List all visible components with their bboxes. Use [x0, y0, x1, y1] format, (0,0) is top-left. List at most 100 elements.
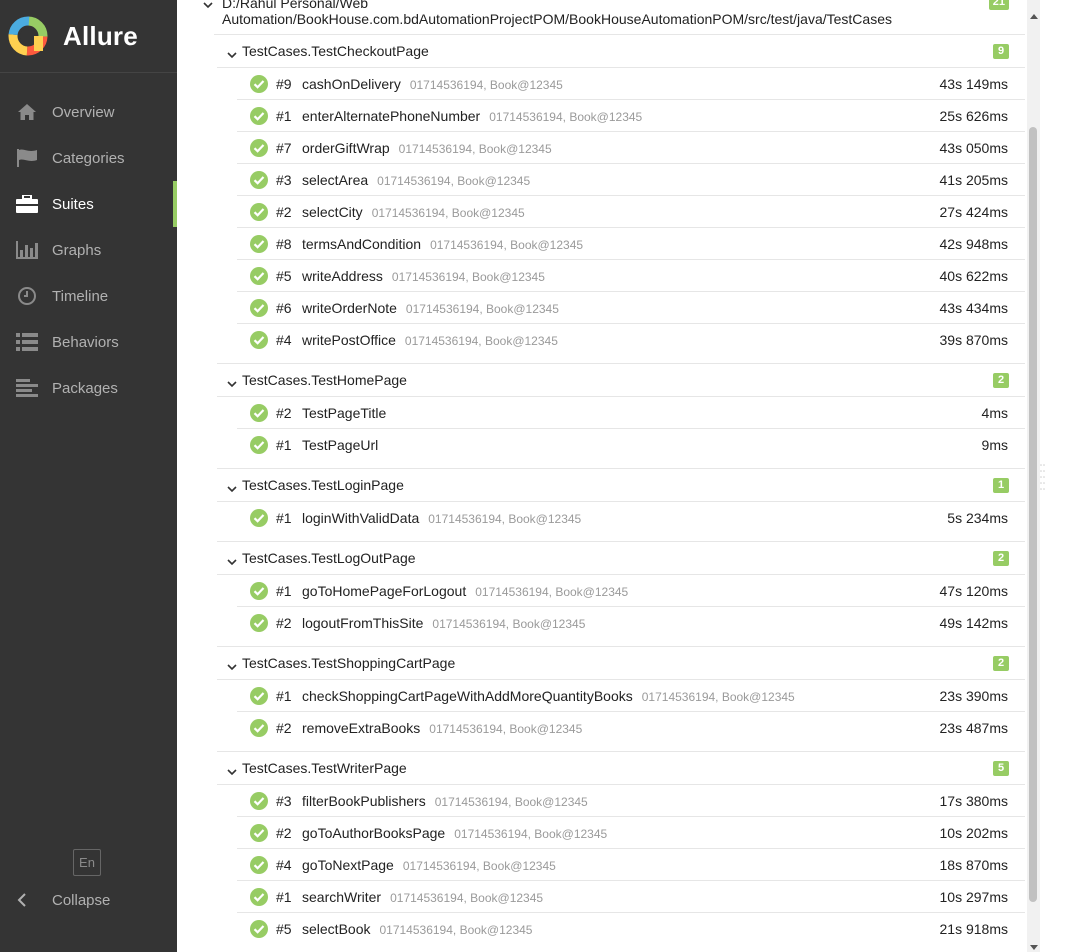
test-title: writeOrderNote 01714536194, Book@12345: [302, 300, 559, 316]
test-row[interactable]: #1 searchWriter 01714536194, Book@12345 10s…: [237, 881, 1025, 913]
passed-count-badge: 21: [988, 0, 1009, 10]
test-title: termsAndCondition 01714536194, Book@12345: [302, 236, 583, 252]
test-row[interactable]: #8 termsAndCondition 01714536194, Book@123…: [237, 228, 1025, 260]
test-parameters: 01714536194, Book@12345: [430, 237, 584, 252]
passed-status-icon: [250, 856, 268, 874]
test-row[interactable]: #5 writeAddress 01714536194, Book@12345 40s…: [237, 260, 1025, 292]
suite-group-body: #1 checkShoppingCartPageWithAddMoreQuanti…: [217, 680, 1025, 752]
suite-group-header[interactable]: TestCases.TestLogOutPage 2: [217, 542, 1025, 575]
test-row[interactable]: #3 filterBookPublishers 01714536194, Book@…: [237, 785, 1025, 817]
passed-status-icon: [250, 582, 268, 600]
test-row[interactable]: #1 loginWithValidData 01714536194, Book@12…: [237, 502, 1025, 534]
brand[interactable]: Allure: [0, 0, 177, 73]
test-name: writeAddress: [302, 267, 383, 284]
nav-item-suites[interactable]: Suites: [0, 181, 177, 227]
suite-group: TestCases.TestLoginPage 1 #1 loginWithValid…: [217, 469, 1025, 542]
root-suite-row[interactable]: D:/Rahul Personal/Web Automation/BookHou…: [203, 0, 1025, 35]
suite-group-title: TestCases.TestShoppingCartPage: [242, 655, 456, 671]
suite-group-title: TestCases.TestLogOutPage: [242, 550, 416, 566]
nav-item-label: Behaviors: [52, 333, 119, 351]
test-row[interactable]: #2 selectCity 01714536194, Book@12345 27s 4…: [237, 196, 1025, 228]
test-row[interactable]: #2 TestPageTitle 4ms: [237, 397, 1025, 429]
nav-item-packages[interactable]: Packages: [0, 365, 177, 411]
suite-group-header[interactable]: TestCases.TestShoppingCartPage 2: [217, 647, 1025, 680]
chevron-down-icon: [227, 658, 237, 676]
test-row[interactable]: #4 goToNextPage 01714536194, Book@12345 18s…: [237, 849, 1025, 881]
collapse-label: Collapse: [52, 891, 111, 909]
passed-status-icon: [250, 171, 268, 189]
suite-group-body: #3 filterBookPublishers 01714536194, Book@…: [217, 785, 1025, 952]
test-row[interactable]: #1 enterAlternatePhoneNumber 01714536194, …: [237, 100, 1025, 132]
test-duration: 43s 050ms: [939, 139, 1008, 156]
test-parameters: 01714536194, Book@12345: [402, 858, 556, 873]
scrollbar[interactable]: [1027, 0, 1040, 952]
test-name: logoutFromThisSite: [302, 615, 424, 631]
test-row[interactable]: #2 goToAuthorBooksPage 01714536194, Book@1…: [237, 817, 1025, 849]
test-order: #5: [276, 921, 292, 937]
passed-count-badge: 2: [993, 656, 1009, 671]
chevron-down-icon: [227, 480, 237, 498]
test-name: removeExtraBooks: [302, 720, 421, 736]
test-parameters: 01714536194, Book@12345: [377, 173, 531, 188]
test-title: loginWithValidData 01714536194, Book@1234…: [302, 510, 581, 526]
nav-item-graphs[interactable]: Graphs: [0, 227, 177, 273]
test-title: removeExtraBooks 01714536194, Book@12345: [302, 720, 582, 736]
root-suite-title-line1: D:/Rahul Personal/Web: [222, 0, 369, 11]
test-duration: 23s 487ms: [939, 720, 1008, 736]
test-row[interactable]: #7 orderGiftWrap 01714536194, Book@12345 43…: [237, 132, 1025, 164]
nav-item-label: Suites: [52, 195, 94, 213]
test-title: logoutFromThisSite 01714536194, Book@1234…: [302, 615, 585, 631]
test-row[interactable]: #9 cashOnDelivery 01714536194, Book@12345 4…: [237, 68, 1025, 100]
passed-status-icon: [250, 614, 268, 632]
test-row[interactable]: #4 writePostOffice 01714536194, Book@12345…: [237, 324, 1025, 356]
chevron-down-icon: [227, 46, 237, 64]
scroll-thumb[interactable]: [1029, 127, 1037, 902]
test-name: goToAuthorBooksPage: [302, 824, 446, 841]
nav-item-overview[interactable]: Overview: [0, 89, 177, 135]
passed-status-icon: [250, 509, 268, 527]
root-suite-title-line2: Automation/BookHouse.com.bdAutomationPro…: [222, 11, 892, 27]
test-duration: 18s 870ms: [939, 856, 1008, 873]
test-duration: 23s 390ms: [939, 687, 1008, 704]
test-row[interactable]: #2 removeExtraBooks 01714536194, Book@1234…: [237, 712, 1025, 744]
test-title: searchWriter 01714536194, Book@12345: [302, 889, 543, 905]
scroll-up-icon[interactable]: [1030, 6, 1038, 24]
test-row[interactable]: #1 TestPageUrl 9ms: [237, 429, 1025, 461]
test-row[interactable]: #6 writeOrderNote 01714536194, Book@12345 4…: [237, 292, 1025, 324]
test-row[interactable]: #1 checkShoppingCartPageWithAddMoreQuanti…: [237, 680, 1025, 712]
align-left-icon: [15, 377, 39, 399]
test-title: filterBookPublishers 01714536194, Book@12…: [302, 793, 588, 809]
test-parameters: 01714536194, Book@12345: [475, 584, 629, 599]
nav-item-timeline[interactable]: Timeline: [0, 273, 177, 319]
test-parameters: 01714536194, Book@12345: [398, 141, 552, 156]
passed-count-badge: 5: [993, 761, 1009, 776]
test-row[interactable]: #2 logoutFromThisSite 01714536194, Book@12…: [237, 607, 1025, 639]
test-duration: 25s 626ms: [939, 107, 1008, 124]
test-title: writeAddress 01714536194, Book@12345: [302, 268, 545, 284]
language-button[interactable]: En: [73, 849, 101, 876]
collapse-button[interactable]: Collapse: [0, 884, 177, 916]
test-order: #1: [276, 437, 292, 453]
test-row[interactable]: #5 selectBook 01714536194, Book@12345 21s 9…: [237, 913, 1025, 945]
nav-item-behaviors[interactable]: Behaviors: [0, 319, 177, 365]
test-order: #2: [276, 720, 292, 736]
test-duration: 49s 142ms: [939, 615, 1008, 631]
suite-group-body: #1 loginWithValidData 01714536194, Book@12…: [217, 502, 1025, 542]
test-duration: 39s 870ms: [939, 332, 1008, 348]
test-order: #4: [276, 332, 292, 348]
test-title: goToHomePageForLogout 01714536194, Book@1…: [302, 583, 628, 599]
pane-resize-handle[interactable]: [1040, 463, 1045, 498]
test-duration: 21s 918ms: [939, 921, 1008, 937]
suite-group-header[interactable]: TestCases.TestWriterPage 5: [217, 752, 1025, 785]
suite-group-header[interactable]: TestCases.TestHomePage 2: [217, 364, 1025, 397]
test-row[interactable]: #3 selectArea 01714536194, Book@12345 41s 2…: [237, 164, 1025, 196]
test-parameters: 01714536194, Book@12345: [432, 617, 586, 631]
nav-item-label: Graphs: [52, 241, 102, 259]
test-parameters: 01714536194, Book@12345: [641, 689, 795, 704]
suite-group-header[interactable]: TestCases.TestLoginPage 1: [217, 469, 1025, 502]
suite-group-header[interactable]: TestCases.TestCheckoutPage 9: [217, 35, 1025, 68]
test-row[interactable]: #1 goToHomePageForLogout 01714536194, Book…: [237, 575, 1025, 607]
nav-item-categories[interactable]: Categories: [0, 135, 177, 181]
test-order: #3: [276, 792, 292, 809]
scroll-down-icon[interactable]: [1030, 938, 1038, 952]
